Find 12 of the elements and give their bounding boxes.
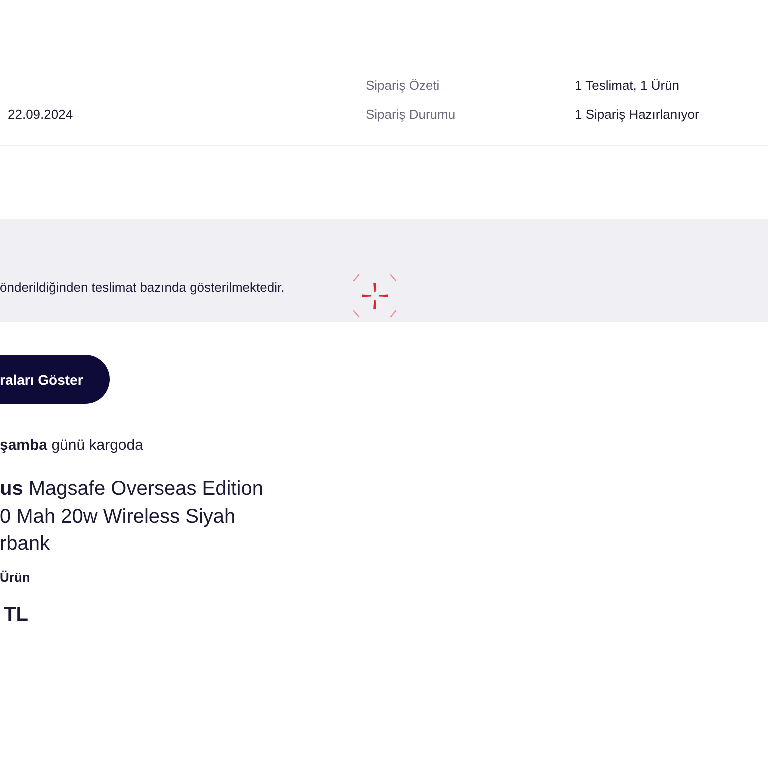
product-title: us Magsafe Overseas Edition 0 Mah 20w Wireless Siyah rbank bbox=[0, 477, 264, 557]
detail-value: 1 Sipariş Hazırlanıyor bbox=[575, 106, 700, 122]
detail-label: Sipariş Durumu bbox=[366, 106, 456, 122]
order-date: 22.09.2024 bbox=[7, 106, 74, 122]
shipping-note: şamba günü kargoda bbox=[0, 437, 144, 455]
detail-value: 1 Teslimat, 1 Ürün bbox=[575, 78, 680, 94]
detail-label: Sipariş Özeti bbox=[366, 78, 440, 94]
show-button[interactable]: raları Göster bbox=[0, 355, 110, 404]
price-text: TL bbox=[3, 602, 28, 626]
quantity-text: Ürün bbox=[0, 570, 30, 586]
notice-text: önderildiğinden teslimat bazında gösterilmektedir. bbox=[0, 280, 286, 296]
crosshair-icon bbox=[352, 273, 398, 319]
